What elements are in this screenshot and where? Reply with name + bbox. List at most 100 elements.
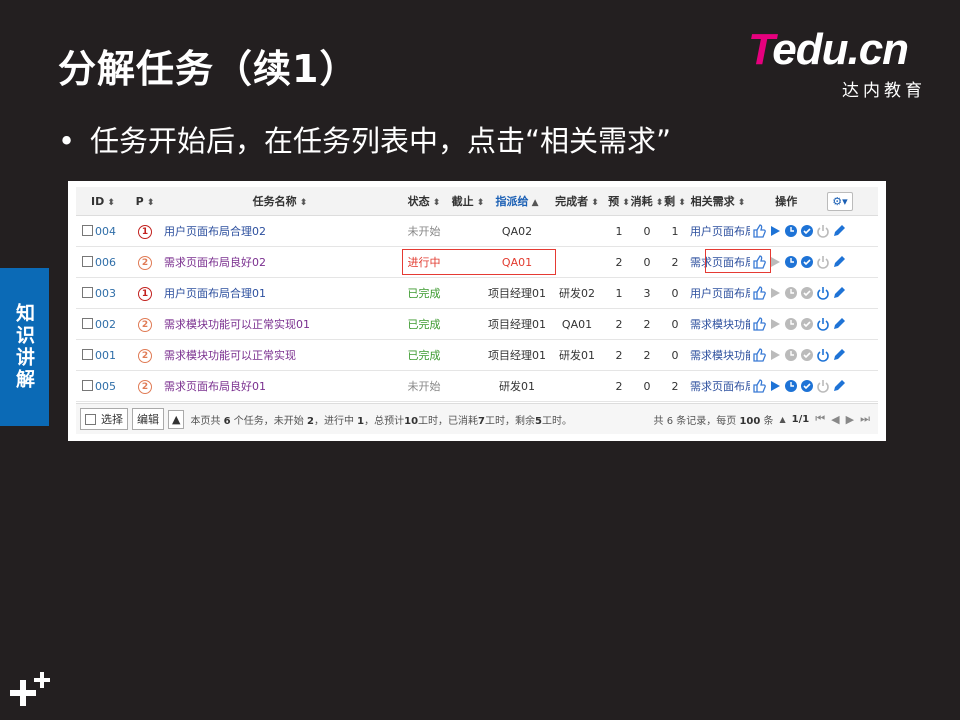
edit-pencil-icon[interactable] <box>832 348 846 362</box>
record-time-clock-icon[interactable] <box>784 379 798 393</box>
edit-button[interactable]: 编辑 <box>132 408 164 430</box>
assign-thumb-icon[interactable] <box>752 379 766 393</box>
edit-pencil-icon[interactable] <box>832 255 846 269</box>
column-header[interactable]: 相关需求 ⬍ <box>686 187 750 216</box>
operations-cell <box>750 339 878 371</box>
edit-pencil-icon[interactable] <box>832 286 846 300</box>
prev-page-icon[interactable]: ◀ <box>831 413 839 426</box>
assign-thumb-icon[interactable] <box>752 348 766 362</box>
finish-check-icon[interactable] <box>800 317 814 331</box>
start-play-icon[interactable] <box>768 379 782 393</box>
sort-icon: ⬍ <box>143 197 155 208</box>
last-page-icon[interactable]: ⏭ <box>860 412 870 426</box>
task-id-cell[interactable]: 004 <box>76 215 130 247</box>
start-play-icon[interactable] <box>768 348 782 362</box>
row-checkbox[interactable] <box>82 255 93 267</box>
related-requirement-link[interactable]: 需求模块功能 <box>686 339 750 371</box>
priority-badge: 2 <box>138 317 152 332</box>
related-requirement-link[interactable]: 用户页面布局 <box>686 215 750 247</box>
task-name-link[interactable]: 用户页面布局合理01 <box>160 277 400 309</box>
task-name-link[interactable]: 需求模块功能可以正常实现 <box>160 339 400 371</box>
side-tab-knowledge: 知识讲解 <box>0 268 49 426</box>
estimate-cell: 1 <box>608 215 630 247</box>
next-page-icon[interactable]: ▶ <box>846 413 854 426</box>
record-time-clock-icon[interactable] <box>784 317 798 331</box>
column-header[interactable]: 消耗 ⬍ <box>630 187 664 216</box>
column-header[interactable]: P ⬍ <box>130 187 160 216</box>
row-checkbox[interactable] <box>82 348 93 360</box>
task-name-link[interactable]: 需求页面布局良好02 <box>160 246 400 278</box>
start-play-icon[interactable] <box>768 224 782 238</box>
assign-thumb-icon[interactable] <box>752 317 766 331</box>
task-id-cell[interactable]: 005 <box>76 370 130 402</box>
edit-pencil-icon[interactable] <box>832 224 846 238</box>
close-power-icon[interactable] <box>816 255 830 269</box>
column-header[interactable]: 剩 ⬍ <box>664 187 686 216</box>
task-id-cell[interactable]: 002 <box>76 308 130 340</box>
more-actions-button[interactable]: ▲ <box>168 409 185 429</box>
task-status: 已完成 <box>400 339 448 371</box>
related-requirement-link[interactable]: 需求页面布局 <box>686 370 750 402</box>
column-header[interactable]: ID ⬍ <box>76 187 130 216</box>
assign-thumb-icon[interactable] <box>752 224 766 238</box>
table-row[interactable]: 002 2 需求模块功能可以正常实现01 已完成 项目经理01 QA01 2 2 0 需求模块功能 <box>76 308 878 340</box>
task-id-cell[interactable]: 006 <box>76 246 130 278</box>
close-power-icon[interactable] <box>816 286 830 300</box>
left-cell: 2 <box>664 370 686 402</box>
close-power-icon[interactable] <box>816 224 830 238</box>
row-checkbox[interactable] <box>82 224 93 236</box>
finish-check-icon[interactable] <box>800 224 814 238</box>
column-header[interactable]: 预 ⬍ <box>608 187 630 216</box>
column-header[interactable]: 任务名称 ⬍ <box>160 187 400 216</box>
related-requirement-link[interactable]: 需求模块功能 <box>686 308 750 340</box>
close-power-icon[interactable] <box>816 379 830 393</box>
edit-pencil-icon[interactable] <box>832 379 846 393</box>
row-checkbox[interactable] <box>82 379 93 391</box>
caret-up-icon: ▲ <box>172 412 181 426</box>
deadline-cell <box>448 308 488 340</box>
finished-by-cell <box>546 370 608 402</box>
finish-check-icon[interactable] <box>800 379 814 393</box>
task-summary: 本页共 6 个任务，未开始 2，进行中 1，总预计10工时，已消耗7工时，剩余5… <box>190 415 572 427</box>
edit-pencil-icon[interactable] <box>832 317 846 331</box>
related-requirement-link[interactable]: 用户页面布局 <box>686 277 750 309</box>
task-id-cell[interactable]: 001 <box>76 339 130 371</box>
column-header[interactable]: 截止 ⬍ <box>448 187 488 216</box>
row-checkbox[interactable] <box>82 317 93 329</box>
row-checkbox[interactable] <box>82 286 93 298</box>
consumed-cell: 0 <box>630 246 664 278</box>
settings-gear-icon[interactable]: ⚙▾ <box>827 191 853 211</box>
table-header: ID ⬍ P ⬍ 任务名称 ⬍ 状态 ⬍ 截止 ⬍ 指派给 ▲ 完成者 ⬍ 预 ⬍ 消耗 ⬍ 剩 … <box>76 187 878 216</box>
record-time-clock-icon[interactable] <box>784 224 798 238</box>
column-header[interactable]: 指派给 ▲ <box>488 187 546 216</box>
sort-icon: ⬍ <box>429 198 441 208</box>
operations-cell <box>750 308 878 340</box>
task-id-cell[interactable]: 003 <box>76 277 130 309</box>
table-row[interactable]: 003 1 用户页面布局合理01 已完成 项目经理01 研发02 1 3 0 用户页面布局 <box>76 277 878 309</box>
close-power-icon[interactable] <box>816 317 830 331</box>
table-row[interactable]: 001 2 需求模块功能可以正常实现 已完成 项目经理01 研发01 2 2 0 需求模块功能 <box>76 339 878 371</box>
priority-badge: 2 <box>138 348 152 363</box>
table-row[interactable]: 005 2 需求页面布局良好01 未开始 研发01 2 0 2 需求页面布局 <box>76 370 878 402</box>
finish-check-icon[interactable] <box>800 255 814 269</box>
assign-thumb-icon[interactable] <box>752 286 766 300</box>
task-name-link[interactable]: 需求页面布局良好01 <box>160 370 400 402</box>
column-header[interactable]: 状态 ⬍ <box>400 187 448 216</box>
table-row[interactable]: 004 1 用户页面布局合理02 未开始 QA02 1 0 1 用户页面布局 <box>76 215 878 247</box>
record-time-clock-icon[interactable] <box>784 348 798 362</box>
start-play-icon[interactable] <box>768 317 782 331</box>
close-power-icon[interactable] <box>816 348 830 362</box>
start-play-icon[interactable] <box>768 286 782 300</box>
finish-check-icon[interactable] <box>800 286 814 300</box>
records-info[interactable]: 共 6 条记录，每页 100 条 <box>654 412 774 427</box>
finish-check-icon[interactable] <box>800 348 814 362</box>
record-time-clock-icon[interactable] <box>784 286 798 300</box>
caret-up-icon: ▲ <box>779 414 786 424</box>
first-page-icon[interactable]: ⏮ <box>815 412 825 426</box>
column-header[interactable]: 完成者 ⬍ <box>546 187 608 216</box>
sort-icon: ⬍ <box>296 198 308 208</box>
select-all-button[interactable]: 选择 <box>80 408 128 430</box>
task-name-link[interactable]: 需求模块功能可以正常实现01 <box>160 308 400 340</box>
task-name-link[interactable]: 用户页面布局合理02 <box>160 215 400 247</box>
record-time-clock-icon[interactable] <box>784 255 798 269</box>
